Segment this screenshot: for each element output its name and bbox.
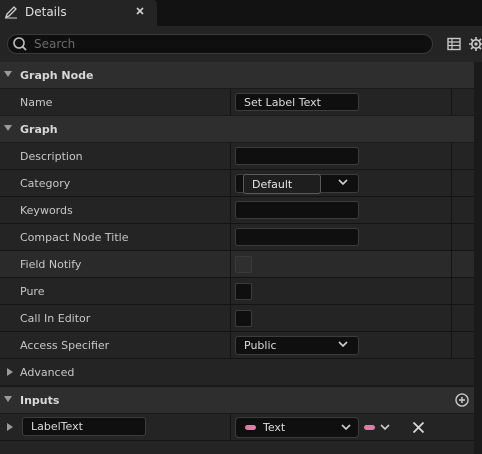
expand-caret-icon (7, 368, 13, 376)
compact-node-title-field[interactable] (235, 228, 359, 246)
description-field[interactable] (235, 147, 359, 165)
name-label: Name (20, 96, 53, 109)
tab-bar: Details (0, 0, 482, 26)
details-properties: Graph Node Name Set Label Text Graph Des… (0, 62, 474, 454)
call-in-editor-label: Call In Editor (20, 312, 91, 325)
expand-caret-icon (4, 71, 12, 77)
access-specifier-combo[interactable]: Public (235, 336, 359, 355)
section-title: Graph (20, 123, 58, 136)
chevron-down-icon (338, 179, 348, 186)
section-title: Inputs (20, 394, 60, 407)
tab-title: Details (25, 5, 67, 19)
row-keywords: Keywords (0, 197, 474, 223)
advanced-label: Advanced (20, 366, 75, 379)
delete-x-icon[interactable] (412, 421, 425, 434)
next-row (0, 441, 474, 454)
row-access-specifier: Access Specifier Public (0, 332, 474, 358)
section-graph[interactable]: Graph (0, 116, 474, 142)
input-param-row: LabelText Text (0, 414, 474, 440)
chevron-down-icon[interactable] (380, 424, 390, 431)
field-notify-label: Field Notify (20, 258, 82, 271)
field-notify-checkbox[interactable] (235, 256, 252, 273)
row-pure: Pure (0, 278, 474, 304)
chevron-down-icon (341, 424, 351, 431)
expand-caret-icon[interactable] (7, 423, 13, 431)
details-tab[interactable]: Details (0, 0, 157, 26)
category-value[interactable]: Default (243, 174, 321, 194)
row-category: Category (0, 170, 474, 196)
param-name-field[interactable]: LabelText (22, 417, 146, 436)
row-description: Description (0, 143, 474, 169)
keywords-field[interactable] (235, 201, 359, 219)
close-icon[interactable] (133, 4, 147, 18)
search-icon (13, 37, 27, 51)
row-field-notify: Field Notify (0, 251, 474, 277)
scrollbar[interactable] (474, 62, 482, 454)
category-label: Category (20, 177, 71, 190)
expand-caret-icon (4, 396, 12, 402)
search-input[interactable] (34, 35, 414, 53)
pencil-icon (4, 6, 17, 19)
keywords-label: Keywords (20, 204, 73, 217)
row-compact-node-title: Compact Node Title (0, 224, 474, 250)
access-specifier-value: Public (244, 339, 277, 352)
row-call-in-editor: Call In Editor (0, 305, 474, 331)
search-row (0, 26, 482, 62)
access-specifier-label: Access Specifier (20, 339, 110, 352)
row-name: Name Set Label Text (0, 89, 474, 115)
plus-circle-icon[interactable] (455, 393, 469, 407)
pure-label: Pure (20, 285, 45, 298)
section-inputs[interactable]: Inputs (0, 387, 474, 413)
description-label: Description (20, 150, 83, 163)
section-graph-node[interactable]: Graph Node (0, 62, 474, 88)
text-pin-icon (245, 425, 256, 430)
container-type-icon[interactable] (364, 425, 375, 430)
expand-caret-icon (4, 125, 12, 131)
param-type-value: Text (263, 421, 286, 434)
settings-gear-icon[interactable] (468, 36, 482, 52)
compact-node-title-label: Compact Node Title (20, 231, 129, 244)
param-type-combo[interactable]: Text (235, 417, 359, 438)
call-in-editor-checkbox[interactable] (235, 310, 252, 327)
table-view-icon[interactable] (446, 36, 462, 52)
search-box[interactable] (7, 34, 433, 54)
advanced-expander[interactable]: Advanced (0, 359, 474, 385)
section-title: Graph Node (20, 69, 94, 82)
name-field[interactable]: Set Label Text (235, 93, 359, 111)
chevron-down-icon (338, 341, 348, 348)
pure-checkbox[interactable] (235, 283, 252, 300)
